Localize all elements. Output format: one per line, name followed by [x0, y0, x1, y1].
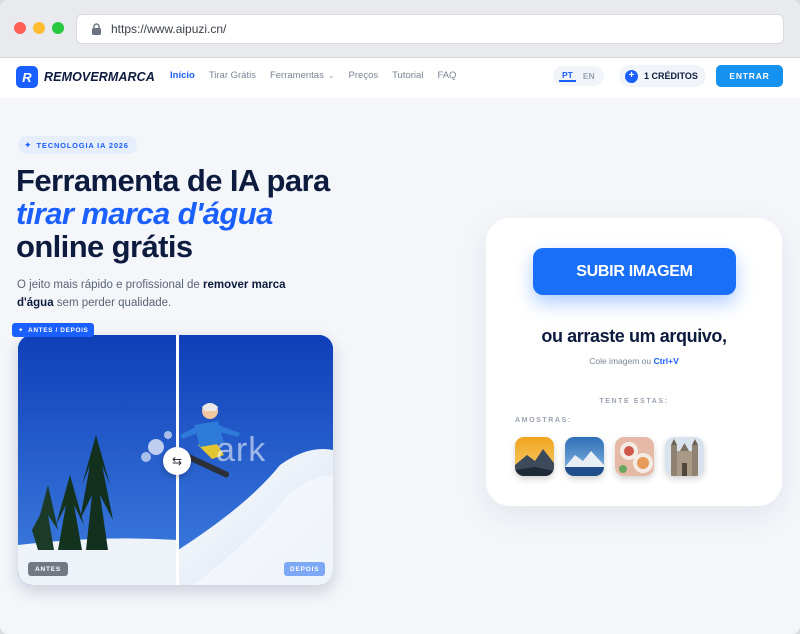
maximize-window-button[interactable] [52, 22, 64, 34]
paste-hint-prefix: Cole imagem ou [589, 356, 654, 366]
drag-drop-text: ou arraste um arquivo, [541, 326, 727, 346]
lock-icon [89, 22, 103, 36]
lang-pt[interactable]: PT [559, 70, 576, 82]
paste-shortcut: Ctrl+V [653, 356, 679, 366]
minimize-window-button[interactable] [33, 22, 45, 34]
before-after-tag: ✦ ANTES / DEPOIS [12, 323, 95, 337]
before-label: ANTES [28, 562, 69, 576]
watermark-text: ark [216, 431, 267, 469]
nav-item-ferramentas[interactable]: Ferramentas ⌄ [270, 70, 335, 81]
nav-item-tutorial[interactable]: Tutorial [392, 70, 423, 81]
paste-hint: Cole imagem ou Ctrl+V [486, 356, 782, 366]
tech-badge: ✦ TECNOLOGIA IA 2026 [18, 136, 137, 154]
title-line-3: online grátis [16, 229, 193, 264]
plus-icon: + [625, 69, 638, 83]
sample-mountain-sunset[interactable] [515, 437, 554, 476]
credits-badge[interactable]: + 1 CRÉDITOS [619, 65, 706, 87]
nav-item-precos[interactable]: Preços [349, 70, 379, 81]
title-line-2: tirar marca d'água [16, 196, 273, 231]
after-label: DEPOIS [284, 562, 326, 576]
samples-label: AMOSTRAS: [515, 417, 572, 424]
sparkle-icon: ✦ [24, 139, 32, 150]
login-button[interactable]: ENTRAR [716, 65, 783, 87]
close-window-button[interactable] [14, 22, 26, 34]
title-line-1: Ferramenta de IA para [16, 163, 330, 198]
sparkle-icon: ✦ [18, 327, 25, 334]
url-text: https://www.aipuzi.cn/ [111, 22, 227, 36]
nav-item-tirar-gratis[interactable]: Tirar Grátis [209, 70, 256, 81]
site-logo[interactable]: R REMOVERMARCA [16, 66, 155, 88]
compare-handle-icon[interactable]: ⇆ [163, 447, 191, 475]
lead-part-2: sem perder qualidade. [53, 297, 172, 309]
browser-window: https://www.aipuzi.cn/ R REMOVERMARCA In… [0, 0, 800, 634]
try-these-label: TENTE ESTAS: [599, 398, 669, 405]
before-after-comparison[interactable]: ark ⇆ ANTES DEPOIS [18, 335, 333, 585]
upload-panel[interactable]: SUBIR IMAGEM ou arraste um arquivo, Cole… [486, 218, 782, 506]
hero-description: O jeito mais rápido e profissional de re… [17, 276, 287, 312]
window-controls [14, 22, 64, 34]
upload-image-button[interactable]: SUBIR IMAGEM [533, 248, 736, 295]
address-bar[interactable]: https://www.aipuzi.cn/ [76, 14, 784, 44]
logo-text: REMOVERMARCA [44, 70, 155, 84]
lead-part-1: O jeito mais rápido e profissional de [17, 279, 204, 291]
sample-food-plate[interactable] [615, 437, 654, 476]
lang-en[interactable]: EN [580, 71, 598, 81]
credits-count: 1 CRÉDITOS [644, 71, 698, 81]
tech-badge-label: TECNOLOGIA IA 2026 [36, 140, 129, 150]
before-after-tag-label: ANTES / DEPOIS [28, 326, 89, 334]
nav-item-inicio[interactable]: Início [170, 70, 195, 81]
browser-toolbar: https://www.aipuzi.cn/ [0, 0, 800, 58]
language-switcher: PT EN [553, 66, 604, 86]
nav-item-faq[interactable]: FAQ [437, 70, 456, 81]
main-nav: Início Tirar Grátis Ferramentas ⌄ Preços … [170, 70, 470, 81]
sample-mountain-lake[interactable] [565, 437, 604, 476]
sample-cathedral[interactable] [665, 437, 704, 476]
chevron-down-icon: ⌄ [327, 71, 335, 80]
nav-item-ferramentas-label: Ferramentas [269, 70, 324, 81]
site-header: R REMOVERMARCA Início Tirar Grátis Ferra… [0, 58, 800, 98]
sample-thumbnails [515, 437, 704, 476]
page-title: Ferramenta de IA para tirar marca d'água… [16, 164, 330, 263]
logo-icon: R [16, 66, 38, 88]
